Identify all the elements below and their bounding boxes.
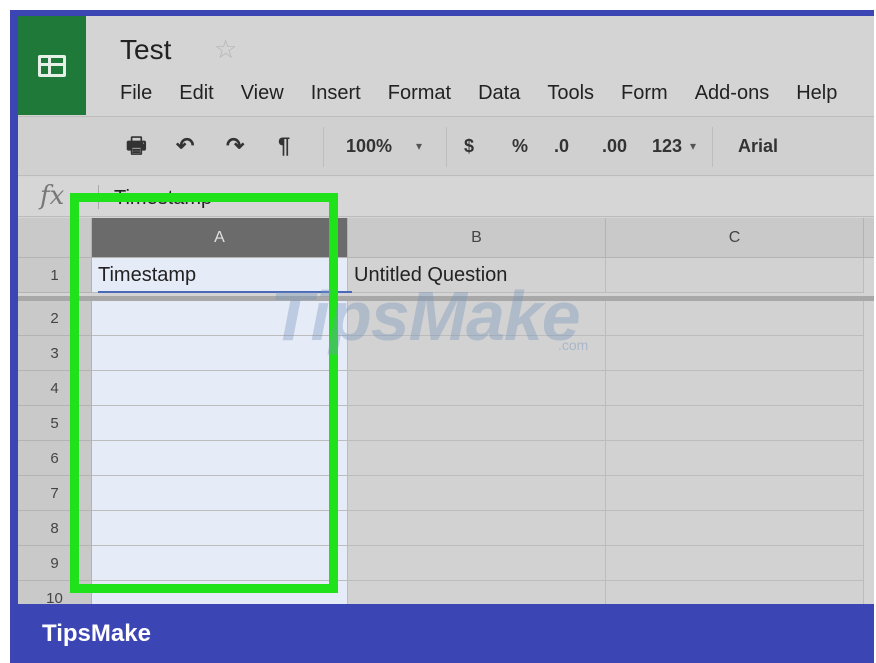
menu-file[interactable]: File <box>120 78 152 108</box>
toolbar-divider <box>323 127 324 167</box>
paint-format-icon[interactable]: ¶ <box>278 133 290 159</box>
column-header-next[interactable] <box>864 218 874 258</box>
menu-edit[interactable]: Edit <box>179 78 213 108</box>
cell-b9[interactable] <box>348 546 606 581</box>
cell-c3[interactable] <box>606 336 864 371</box>
fx-icon: fx <box>40 181 65 211</box>
footer-brand: TipsMake <box>42 620 151 647</box>
cell-b10[interactable] <box>348 581 606 604</box>
more-formats-button[interactable]: 123 <box>652 133 682 159</box>
cell-b4[interactable] <box>348 371 606 406</box>
menu-add-ons[interactable]: Add-ons <box>695 78 770 108</box>
cell-c7[interactable] <box>606 476 864 511</box>
undo-icon[interactable]: ↶ <box>176 133 194 159</box>
toolbar-divider <box>446 127 447 167</box>
column-header-b[interactable]: B <box>348 218 606 258</box>
cell-c1[interactable] <box>606 258 864 293</box>
toolbar-divider <box>712 127 713 167</box>
menu-form[interactable]: Form <box>621 78 668 108</box>
decrease-decimal-button[interactable]: .0 <box>554 133 569 159</box>
menu-insert[interactable]: Insert <box>311 78 361 108</box>
cell-c8[interactable] <box>606 511 864 546</box>
cell-b6[interactable] <box>348 441 606 476</box>
star-icon[interactable]: ☆ <box>214 34 237 65</box>
cell-b5[interactable] <box>348 406 606 441</box>
zoom-caret-icon[interactable]: ▾ <box>416 133 422 159</box>
sheets-logo[interactable] <box>18 16 86 115</box>
increase-decimal-button[interactable]: .00 <box>602 133 627 159</box>
cell-c6[interactable] <box>606 441 864 476</box>
cell-b7[interactable] <box>348 476 606 511</box>
cell-b8[interactable] <box>348 511 606 546</box>
font-select[interactable]: Arial <box>738 133 778 159</box>
column-a-highlight <box>70 193 338 593</box>
menu-view[interactable]: View <box>241 78 284 108</box>
menu-bar: File Edit View Insert Format Data Tools … <box>120 78 864 108</box>
menu-data[interactable]: Data <box>478 78 520 108</box>
menu-format[interactable]: Format <box>388 78 451 108</box>
formats-caret-icon[interactable]: ▾ <box>690 133 696 159</box>
cell-c2[interactable] <box>606 301 864 336</box>
watermark-suffix: .com <box>558 337 589 353</box>
toolbar: 🖶 ↶ ↷ ¶ 100% ▾ $ % .0 .00 123 ▾ Arial <box>18 116 874 176</box>
column-header-c[interactable]: C <box>606 218 864 258</box>
zoom-select[interactable]: 100% <box>346 133 392 159</box>
redo-icon[interactable]: ↷ <box>226 133 244 159</box>
cell-c5[interactable] <box>606 406 864 441</box>
cell-c4[interactable] <box>606 371 864 406</box>
cell-c9[interactable] <box>606 546 864 581</box>
currency-format-button[interactable]: $ <box>464 133 474 159</box>
document-title[interactable]: Test <box>120 34 171 66</box>
print-icon[interactable]: 🖶 <box>126 133 147 159</box>
menu-help[interactable]: Help <box>796 78 837 108</box>
spreadsheet-icon <box>38 55 66 77</box>
cell-c10[interactable] <box>606 581 864 604</box>
watermark: TipsMake <box>270 277 581 355</box>
percent-format-button[interactable]: % <box>512 133 528 159</box>
menu-tools[interactable]: Tools <box>547 78 594 108</box>
